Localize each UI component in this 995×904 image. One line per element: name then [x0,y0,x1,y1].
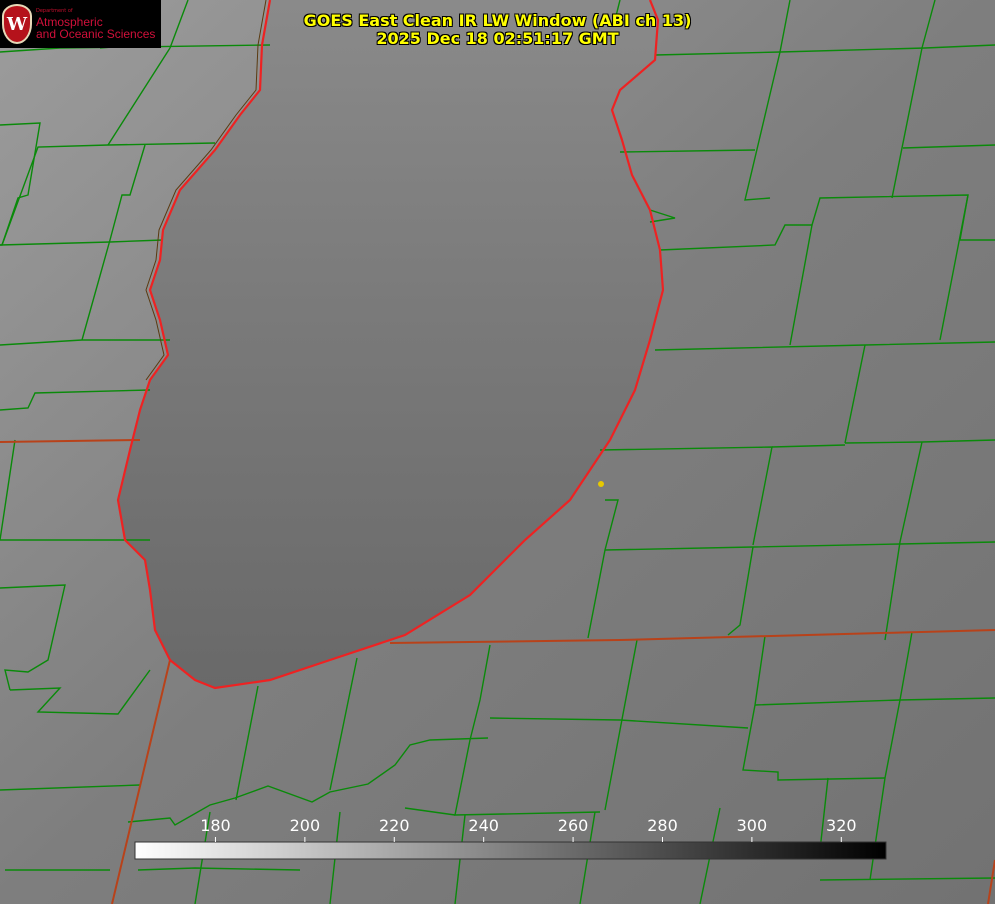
logo-text: Department of Atmospheric and Oceanic Sc… [36,7,156,41]
satellite-map: 180 200 220 240 260 280 300 320 [0,0,995,904]
colorbar-gradient [135,842,886,859]
station-marker [598,481,604,487]
colorbar-tick-label: 280 [647,816,678,835]
logo-department: Department of [36,7,73,14]
colorbar-tick-label: 320 [826,816,857,835]
colorbar-tick-label: 180 [200,816,231,835]
colorbar-tick-label: 300 [737,816,768,835]
colorbar-tick-label: 200 [290,816,321,835]
university-logo: W Department of Atmospheric and Oceanic … [0,0,161,48]
logo-line-2: and Oceanic Sciences [36,26,156,41]
university-seal-icon: W [2,4,32,44]
colorbar-tick-label: 240 [468,816,499,835]
colorbar-tick-label: 260 [558,816,589,835]
logo-line-1: Atmospheric [36,14,103,29]
colorbar-tick-label: 220 [379,816,410,835]
